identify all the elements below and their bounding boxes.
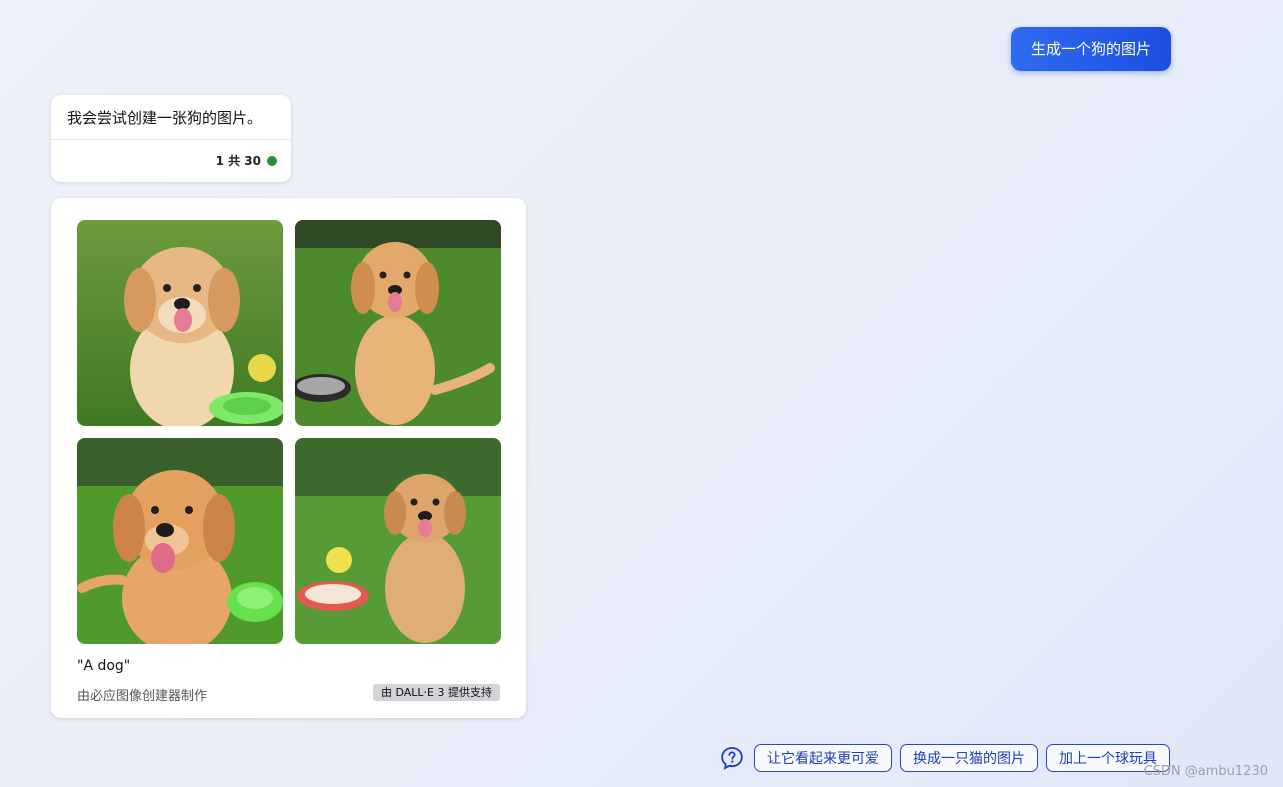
suggestion-row: 让它看起来更可爱 换成一只猫的图片 加上一个球玩具 <box>720 743 1170 773</box>
generated-image-3[interactable] <box>77 438 283 644</box>
dog-photo-icon <box>295 438 501 644</box>
generated-image-2[interactable] <box>295 220 501 426</box>
image-result-card: "A dog" 由必应图像创建器制作 由 DALL·E 3 提供支持 <box>51 198 526 718</box>
generated-image-4[interactable] <box>295 438 501 644</box>
user-message-bubble: 生成一个狗的图片 <box>1011 27 1171 71</box>
question-bubble-icon[interactable] <box>720 746 744 770</box>
prompt-caption: "A dog" <box>77 658 131 674</box>
suggestion-chip-cuter[interactable]: 让它看起来更可爱 <box>754 744 892 772</box>
dalle-badge: 由 DALL·E 3 提供支持 <box>373 684 500 701</box>
divider <box>51 139 291 140</box>
bot-message-text: 我会尝试创建一张狗的图片。 <box>67 109 263 127</box>
maker-attribution[interactable]: 由必应图像创建器制作 <box>77 685 207 704</box>
counter-label: 1 共 30 <box>215 154 261 168</box>
message-counter: 1 共 30 <box>216 152 277 169</box>
bot-message-card: 我会尝试创建一张狗的图片。 1 共 30 <box>51 95 291 182</box>
dog-photo-icon <box>77 220 283 426</box>
dog-photo-icon <box>295 220 501 426</box>
suggestion-chip-cat[interactable]: 换成一只猫的图片 <box>900 744 1038 772</box>
watermark: CSDN @ambu1230 <box>1143 764 1268 779</box>
generated-image-1[interactable] <box>77 220 283 426</box>
dog-photo-icon <box>77 438 283 644</box>
status-dot-icon <box>267 155 277 166</box>
